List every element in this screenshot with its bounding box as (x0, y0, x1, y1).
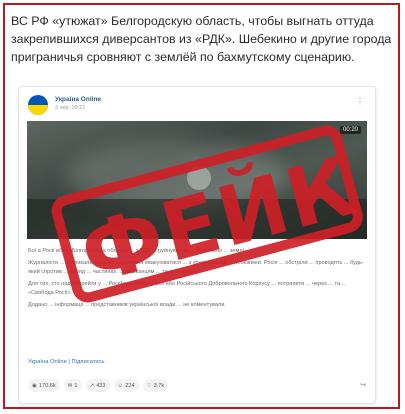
post-paragraph: Додано ... інформації ... представників … (28, 302, 227, 308)
reactions-button[interactable]: ☺ 224 (113, 379, 139, 392)
channel-avatar[interactable] (28, 95, 48, 115)
reactions-value: 224 (125, 382, 135, 389)
channel-name[interactable]: Україна Online (55, 96, 101, 103)
video-ground (27, 199, 367, 239)
reposts-value: 433 (96, 382, 106, 389)
comment-icon: ✉ (67, 382, 73, 389)
post-text: Бої в Росії вбогі. Білгородська область … (28, 247, 364, 313)
post-paragraph: Для тих, хто надо порейти у ... Російськ… (28, 281, 347, 296)
post-paragraph: Бої в Росії вбогі. Білгородська область … (28, 248, 246, 254)
likes-button[interactable]: ♡ 3.7k (142, 379, 169, 392)
views-counter: ◉ 170.6k (28, 379, 60, 392)
subscribe-link[interactable]: Україна Online | Підписатись (28, 359, 105, 365)
eye-icon: ◉ (32, 382, 37, 389)
more-options-icon[interactable]: ⋮ (356, 97, 364, 106)
comments-button[interactable]: ✉ 1 (63, 379, 82, 392)
video-player[interactable]: 00:20 (27, 121, 367, 239)
comments-value: 1 (74, 382, 78, 389)
reaction-icon: ☺ (117, 382, 124, 389)
video-duration: 00:20 (339, 126, 361, 134)
post-paragraph: Журналісти ... закликали місцеве населен… (28, 260, 364, 275)
like-icon: ♡ (146, 382, 152, 389)
play-icon[interactable] (187, 166, 211, 190)
repost-icon: ↗ (89, 382, 95, 389)
post-timestamp: 3 чер, 09:21 (55, 105, 86, 111)
article-headline: ВС РФ «утюжат» Белгородскую область, что… (11, 14, 392, 64)
reposts-button[interactable]: ↗ 433 (85, 379, 110, 392)
likes-value: 3.7k (153, 382, 165, 389)
post-stats: ◉ 170.6k ✉ 1 ↗ 433 ☺ 224 ♡ 3.7k (28, 379, 169, 393)
share-icon[interactable]: ↪ (360, 381, 366, 389)
post-header: Україна Online 3 чер, 09:21 ⋮ (28, 95, 368, 117)
telegram-post-card: Україна Online 3 чер, 09:21 ⋮ 00:20 Бої … (18, 86, 376, 404)
views-value: 170.6k (38, 382, 56, 389)
